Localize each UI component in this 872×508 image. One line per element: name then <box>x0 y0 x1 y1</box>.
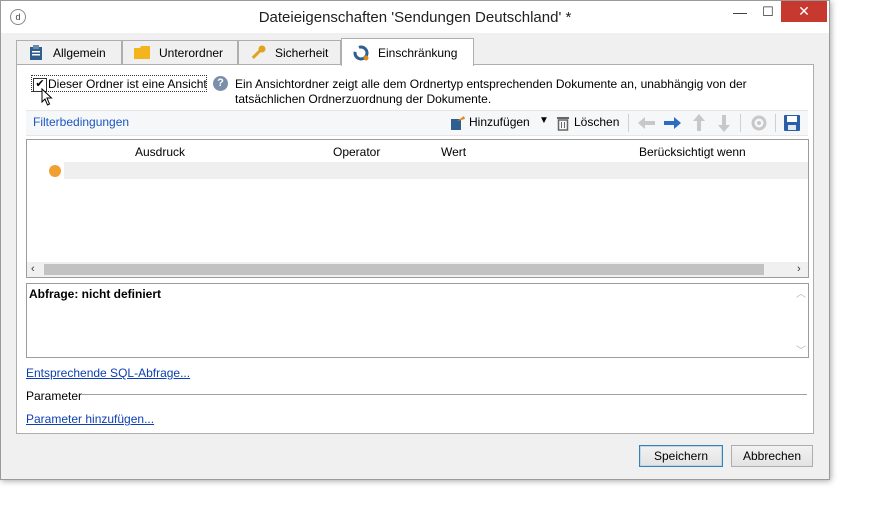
scroll-left-icon[interactable]: ‹ <box>31 263 35 275</box>
delete-button[interactable]: Löschen <box>574 115 619 129</box>
scroll-down-icon[interactable]: ﹀ <box>796 342 806 357</box>
scroll-right-icon[interactable]: › <box>797 263 801 275</box>
table-row[interactable] <box>64 162 808 179</box>
tab-einschraenkung[interactable]: Einschränkung <box>341 38 474 66</box>
tab-sicherheit[interactable]: Sicherheit <box>238 40 341 64</box>
help-icon: ? <box>213 76 228 91</box>
tab-label: Allgemein <box>53 45 106 60</box>
key-icon <box>249 45 267 61</box>
tab-label: Sicherheit <box>275 45 329 60</box>
arrow-up-icon[interactable] <box>690 114 708 132</box>
title-bar: d Dateieigenschaften 'Sendungen Deutschl… <box>1 1 829 33</box>
scrollbar-thumb[interactable] <box>44 264 764 275</box>
add-condition-icon[interactable] <box>449 114 467 132</box>
cancel-button[interactable]: Abbrechen <box>731 445 813 467</box>
refresh-icon[interactable] <box>750 114 768 132</box>
toolbar-separator <box>740 114 741 132</box>
add-parameter-link[interactable]: Parameter hinzufügen... <box>26 412 154 426</box>
parameter-separator <box>82 394 807 395</box>
tab-unterordner[interactable]: Unterordner <box>122 40 238 64</box>
arrow-right-icon[interactable] <box>663 114 681 132</box>
toolbar-separator <box>628 114 629 132</box>
column-header-ausdruck[interactable]: Ausdruck <box>135 145 185 159</box>
close-button[interactable]: ✕ <box>781 1 827 22</box>
row-status-dot-icon <box>49 165 61 177</box>
arrow-left-icon[interactable] <box>638 114 656 132</box>
minimize-button[interactable]: — <box>725 2 755 22</box>
maximize-button[interactable]: ☐ <box>753 2 783 22</box>
add-button[interactable]: Hinzufügen <box>469 115 530 129</box>
clipboard-icon <box>27 44 45 61</box>
scroll-up-icon[interactable]: ︿ <box>796 285 806 300</box>
query-text: Abfrage: nicht definiert <box>29 287 162 301</box>
sql-query-link[interactable]: Entsprechende SQL-Abfrage... <box>26 366 190 380</box>
tab-allgemein[interactable]: Allgemein <box>16 40 122 64</box>
info-line-1: Ein Ansichtordner zeigt alle dem Ordnert… <box>235 77 747 91</box>
mouse-cursor-icon <box>41 87 53 109</box>
conditions-grid[interactable] <box>26 139 809 278</box>
column-header-wert[interactable]: Wert <box>441 145 466 159</box>
column-header-condition[interactable]: Berücksichtigt wenn <box>639 145 746 159</box>
parameter-label: Parameter <box>26 389 83 403</box>
add-dropdown-chevron-icon[interactable]: ▼ <box>539 115 549 126</box>
toolbar-separator <box>775 114 776 132</box>
arrow-down-icon[interactable] <box>715 114 733 132</box>
window-title: Dateieigenschaften 'Sendungen Deutschlan… <box>258 9 572 26</box>
view-info-text: Ein Ansichtordner zeigt alle dem Ordnert… <box>235 77 795 107</box>
tab-label: Einschränkung <box>378 45 458 60</box>
info-line-2: tatsächlichen Ordnerzuordnung der Dokume… <box>235 92 492 106</box>
restriction-icon <box>352 45 370 61</box>
folder-icon <box>133 45 151 61</box>
filter-conditions-title: Filterbedingungen <box>33 115 130 129</box>
column-header-operator[interactable]: Operator <box>333 145 380 159</box>
trash-icon[interactable] <box>554 114 572 132</box>
save-disk-icon[interactable] <box>783 114 801 132</box>
save-button[interactable]: Speichern <box>639 445 723 467</box>
focus-rectangle <box>31 75 207 92</box>
tab-label: Unterordner <box>159 45 224 60</box>
